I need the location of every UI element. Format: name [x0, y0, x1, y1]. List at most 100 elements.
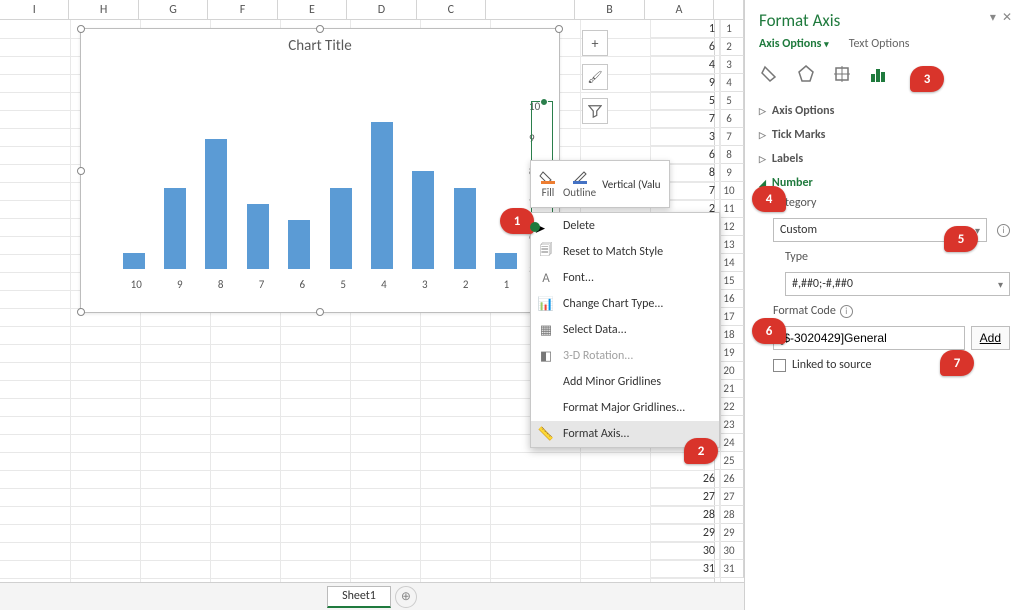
col-header[interactable]: E: [278, 0, 347, 19]
section-labels[interactable]: ▷Labels: [759, 152, 1010, 166]
worksheet-area[interactable]: I H G F E D C B A 1649573687212262728293…: [0, 0, 744, 610]
bar[interactable]: [205, 139, 227, 269]
ctx-delete[interactable]: Delete: [531, 213, 719, 239]
bar[interactable]: [330, 188, 352, 270]
callout-3: 3: [910, 66, 944, 92]
cell[interactable]: 1: [650, 20, 720, 38]
cell[interactable]: 26: [650, 470, 720, 488]
fill-line-icon[interactable]: [759, 63, 781, 85]
bar[interactable]: [412, 171, 434, 269]
ctx-font[interactable]: AFont...: [531, 265, 719, 291]
cell[interactable]: 30: [650, 542, 720, 560]
x-tick: 6: [300, 278, 306, 291]
x-tick: 3: [422, 278, 428, 291]
font-icon: A: [537, 271, 555, 286]
chart-filter-button[interactable]: [582, 98, 608, 124]
cell[interactable]: 5: [650, 92, 720, 110]
fill-icon: [539, 170, 557, 184]
text-options-tab[interactable]: Text Options: [849, 37, 910, 51]
sheet-tab-sheet1[interactable]: Sheet1: [327, 586, 391, 608]
row-header[interactable]: 25: [715, 452, 744, 470]
bar[interactable]: [371, 122, 393, 269]
add-sheet-button[interactable]: ⊕: [395, 586, 417, 608]
format-code-input[interactable]: [773, 326, 965, 350]
reset-icon: 🗐: [537, 241, 555, 263]
ctx-format-major-gridlines[interactable]: Format Major Gridlines...: [531, 395, 719, 421]
callout-5: 5: [944, 226, 978, 252]
x-tick: 9: [177, 278, 183, 291]
pane-close-icon[interactable]: ✕: [1002, 10, 1012, 25]
chart-bars[interactable]: [113, 106, 527, 269]
col-header[interactable]: I: [0, 0, 69, 19]
ctx-reset[interactable]: 🗐Reset to Match Style: [531, 239, 719, 265]
chart-quick-buttons: + 🖌: [582, 30, 608, 124]
col-header[interactable]: C: [417, 0, 486, 19]
type-dropdown[interactable]: #,##0;-#,##0▾: [785, 272, 1010, 296]
pane-icon-row: [759, 63, 1010, 85]
col-header[interactable]: F: [208, 0, 277, 19]
rotation-icon: ◧: [537, 349, 555, 364]
callout-1: 1: [500, 208, 534, 234]
brush-icon: 🖌: [587, 70, 602, 85]
info-icon[interactable]: i: [840, 305, 853, 318]
linked-to-source-checkbox[interactable]: Linked to source: [773, 358, 1010, 372]
format-axis-icon: 📏: [537, 427, 555, 442]
effects-icon[interactable]: [795, 63, 817, 85]
column-headers: I H G F E D C B A: [0, 0, 744, 20]
size-props-icon[interactable]: [831, 63, 853, 85]
ctx-add-minor-gridlines[interactable]: Add Minor Gridlines: [531, 369, 719, 395]
section-tick-marks[interactable]: ▷Tick Marks: [759, 128, 1010, 142]
section-number[interactable]: ◢Number: [759, 176, 1010, 190]
cell[interactable]: 28: [650, 506, 720, 524]
col-header[interactable]: G: [139, 0, 208, 19]
cell[interactable]: 7: [650, 110, 720, 128]
pane-dropdown-icon[interactable]: ▾: [990, 10, 996, 25]
axis-options-tab[interactable]: Axis Options ▾: [759, 37, 829, 51]
callout-6: 6: [752, 318, 786, 344]
checkbox-icon: [773, 359, 786, 372]
fill-label: Fill: [542, 186, 555, 199]
cell[interactable]: 9: [650, 74, 720, 92]
select-all-corner[interactable]: [714, 0, 744, 19]
format-code-label: Format Codei: [773, 304, 1010, 318]
x-tick: 10: [131, 278, 142, 291]
fill-tool[interactable]: Fill: [539, 170, 557, 199]
add-button[interactable]: Add: [971, 326, 1010, 350]
bar[interactable]: [288, 220, 310, 269]
col-header[interactable]: [486, 0, 575, 19]
cell[interactable]: 29: [650, 524, 720, 542]
chart-title[interactable]: Chart Title: [81, 29, 559, 61]
section-axis-options[interactable]: ▷Axis Options: [759, 104, 1010, 118]
ctx-change-chart-type[interactable]: 📊Change Chart Type...: [531, 291, 719, 317]
chart-styles-button[interactable]: 🖌: [582, 64, 608, 90]
cell[interactable]: 6: [650, 38, 720, 56]
cell[interactable]: 31: [650, 560, 720, 578]
outline-tool[interactable]: Outline: [563, 170, 596, 199]
cell[interactable]: 4: [650, 56, 720, 74]
cell[interactable]: 3: [650, 128, 720, 146]
chart-elements-button[interactable]: +: [582, 30, 608, 56]
info-icon[interactable]: i: [997, 224, 1010, 237]
axis-options-icon[interactable]: [867, 63, 889, 85]
col-header[interactable]: D: [347, 0, 416, 19]
x-tick: 2: [463, 278, 469, 291]
col-header[interactable]: A: [645, 0, 714, 19]
select-data-icon: ▦: [537, 323, 555, 338]
bar[interactable]: [123, 253, 145, 269]
bar[interactable]: [164, 188, 186, 270]
mini-toolbar: Fill Outline Vertical (Valu: [530, 160, 670, 208]
outline-icon: [571, 170, 589, 184]
cell[interactable]: 27: [650, 488, 720, 506]
x-axis[interactable]: 10987654321: [113, 278, 527, 291]
bar[interactable]: [247, 204, 269, 269]
bar[interactable]: [495, 253, 517, 269]
embedded-chart[interactable]: Chart Title 10987654321 1098765: [80, 28, 560, 313]
col-header[interactable]: H: [69, 0, 138, 19]
bar[interactable]: [454, 188, 476, 270]
category-label: Category: [773, 196, 1010, 210]
ctx-select-data[interactable]: ▦Select Data...: [531, 317, 719, 343]
col-header[interactable]: B: [575, 0, 644, 19]
x-tick: 1: [504, 278, 510, 291]
axis-name-label: Vertical (Valu: [602, 178, 661, 191]
sheet-tabs: Sheet1 ⊕: [0, 582, 744, 610]
